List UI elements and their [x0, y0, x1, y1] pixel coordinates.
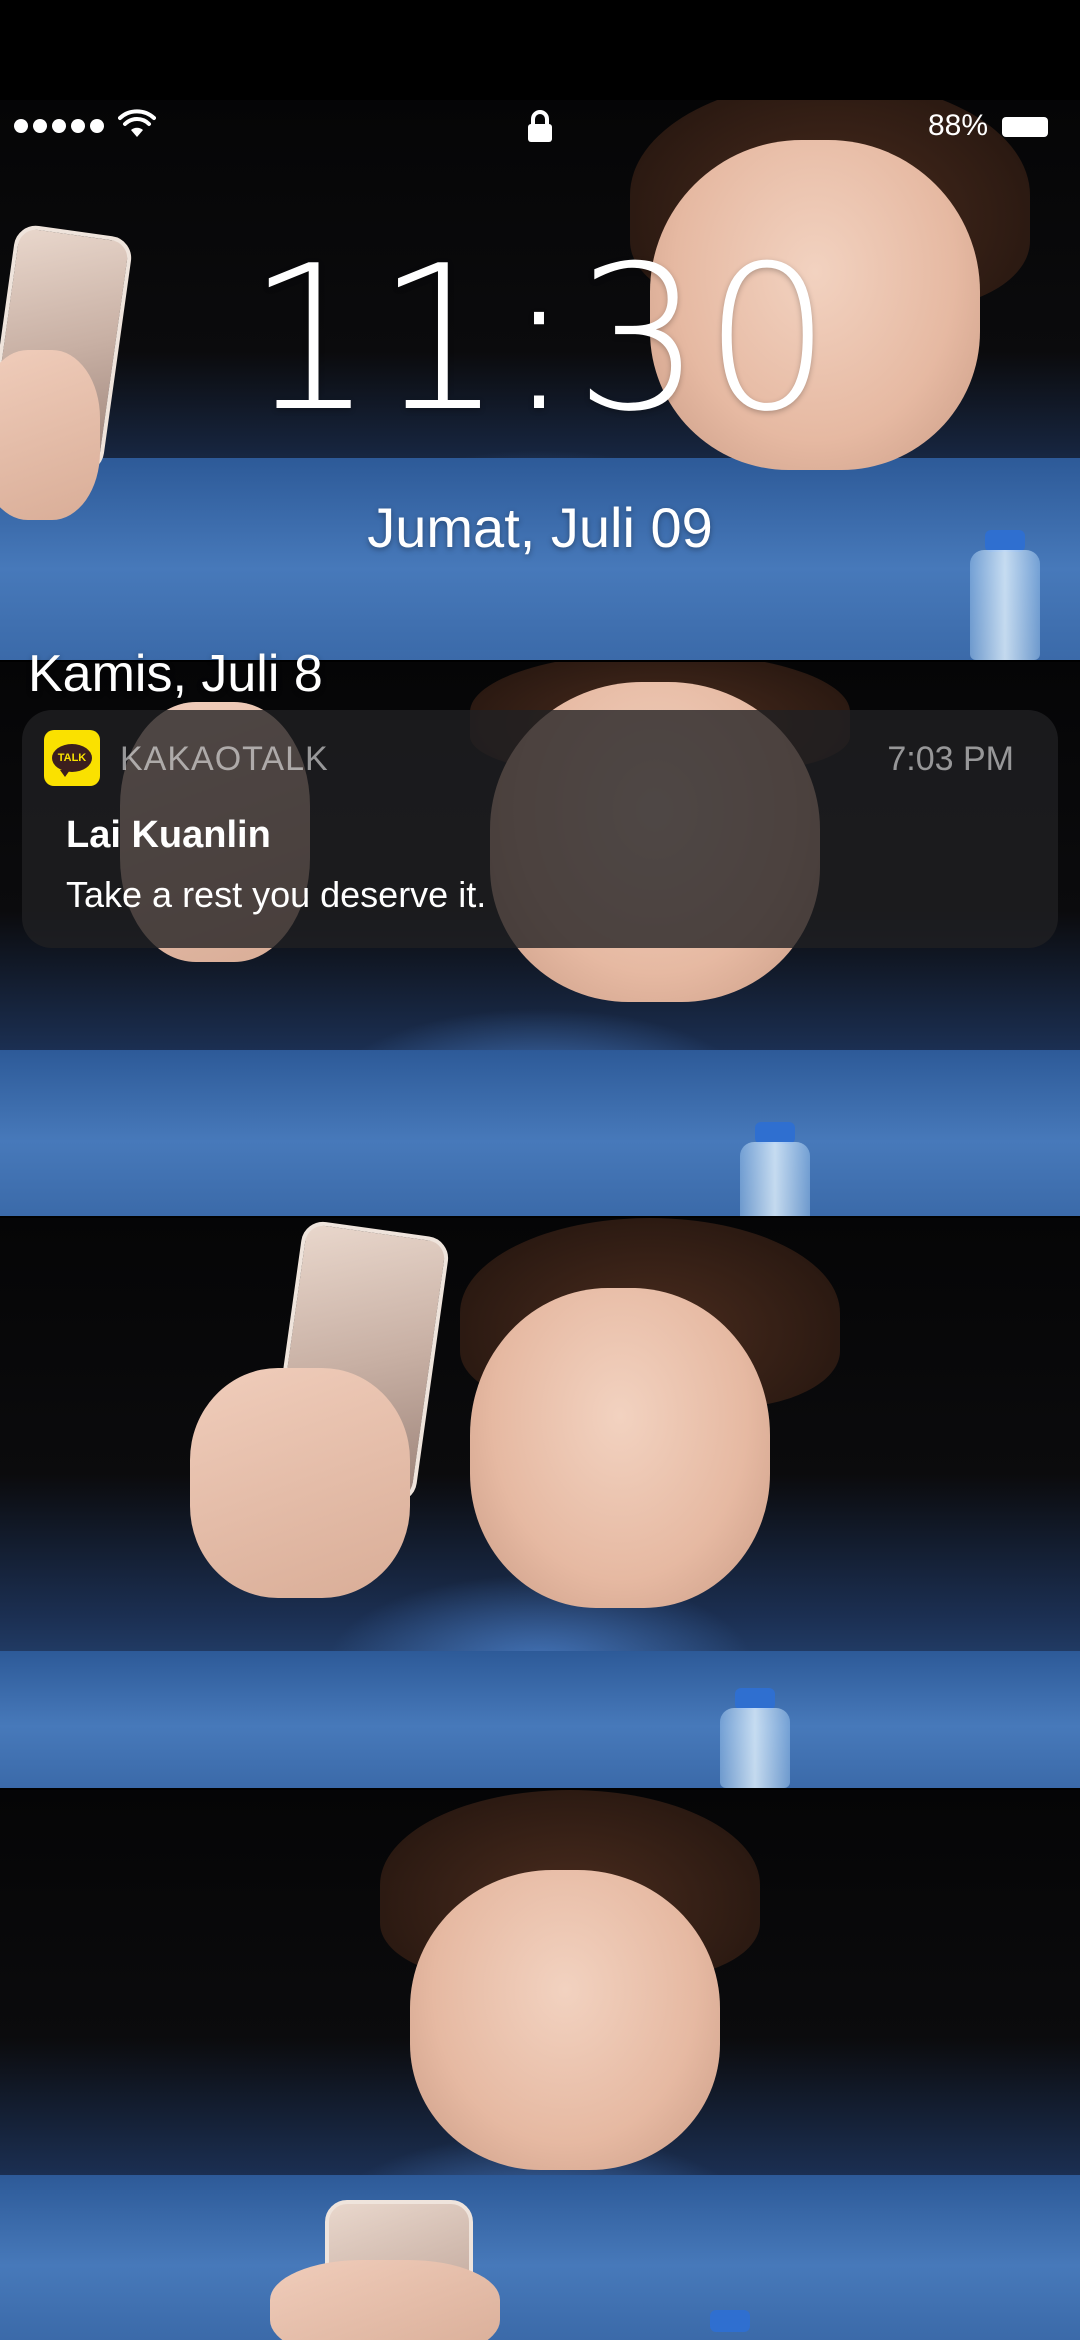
- signal-dot: [71, 119, 85, 133]
- wallpaper-bottle: [740, 1142, 810, 1216]
- notification-time: 7:03 PM: [887, 740, 1014, 778]
- top-bar: [0, 0, 1080, 100]
- wallpaper-face: [410, 1870, 720, 2170]
- notification-group-date: Kamis, Juli 8: [28, 645, 323, 703]
- wallpaper-bottle: [970, 550, 1040, 660]
- wallpaper-panel: [0, 1790, 1080, 2340]
- signal-dot: [33, 119, 47, 133]
- notification-app-name: KAKAOTALK: [120, 740, 329, 778]
- signal-dot: [14, 119, 28, 133]
- wallpaper-bottle-cap: [755, 1122, 795, 1144]
- wallpaper-face: [470, 1288, 770, 1608]
- wallpaper-sweater: [0, 2175, 1080, 2340]
- lock-icon: [528, 110, 552, 142]
- signal-dot: [90, 119, 104, 133]
- signal-dot: [52, 119, 66, 133]
- status-bar: 88%: [0, 103, 1080, 153]
- notification-body: Take a rest you deserve it.: [66, 874, 487, 915]
- wallpaper-bottle-cap: [735, 1688, 775, 1710]
- signal-dots-icon: [14, 119, 104, 133]
- talk-bubble-icon: TALK: [52, 744, 92, 777]
- battery-icon: [1002, 117, 1048, 137]
- wallpaper-sweater: [0, 1049, 1080, 1216]
- notification-card[interactable]: TALK KAKAOTALK 7:03 PM Lai Kuanlin Take …: [22, 710, 1058, 948]
- wallpaper-hand: [270, 2260, 500, 2340]
- app-icon-text: TALK: [57, 752, 87, 764]
- kakaotalk-app-icon: TALK: [44, 730, 100, 786]
- wallpaper-bottle: [720, 1708, 790, 1788]
- wallpaper-panel: [0, 1218, 1080, 1788]
- wallpaper-sweater: [0, 1651, 1080, 1788]
- wallpaper-hand: [190, 1368, 410, 1598]
- lock-screen-time: 11:30: [246, 223, 834, 456]
- lock-screen: 88% 11:30 Jumat, Juli 09 Kamis, Juli 8 T…: [0, 0, 1080, 2340]
- notification-title: Lai Kuanlin: [66, 814, 271, 856]
- lock-screen-date: Jumat, Juli 09: [367, 496, 713, 559]
- wifi-icon: [118, 109, 156, 137]
- wallpaper-bottle-cap: [710, 2310, 750, 2332]
- battery-percent: 88%: [927, 109, 988, 142]
